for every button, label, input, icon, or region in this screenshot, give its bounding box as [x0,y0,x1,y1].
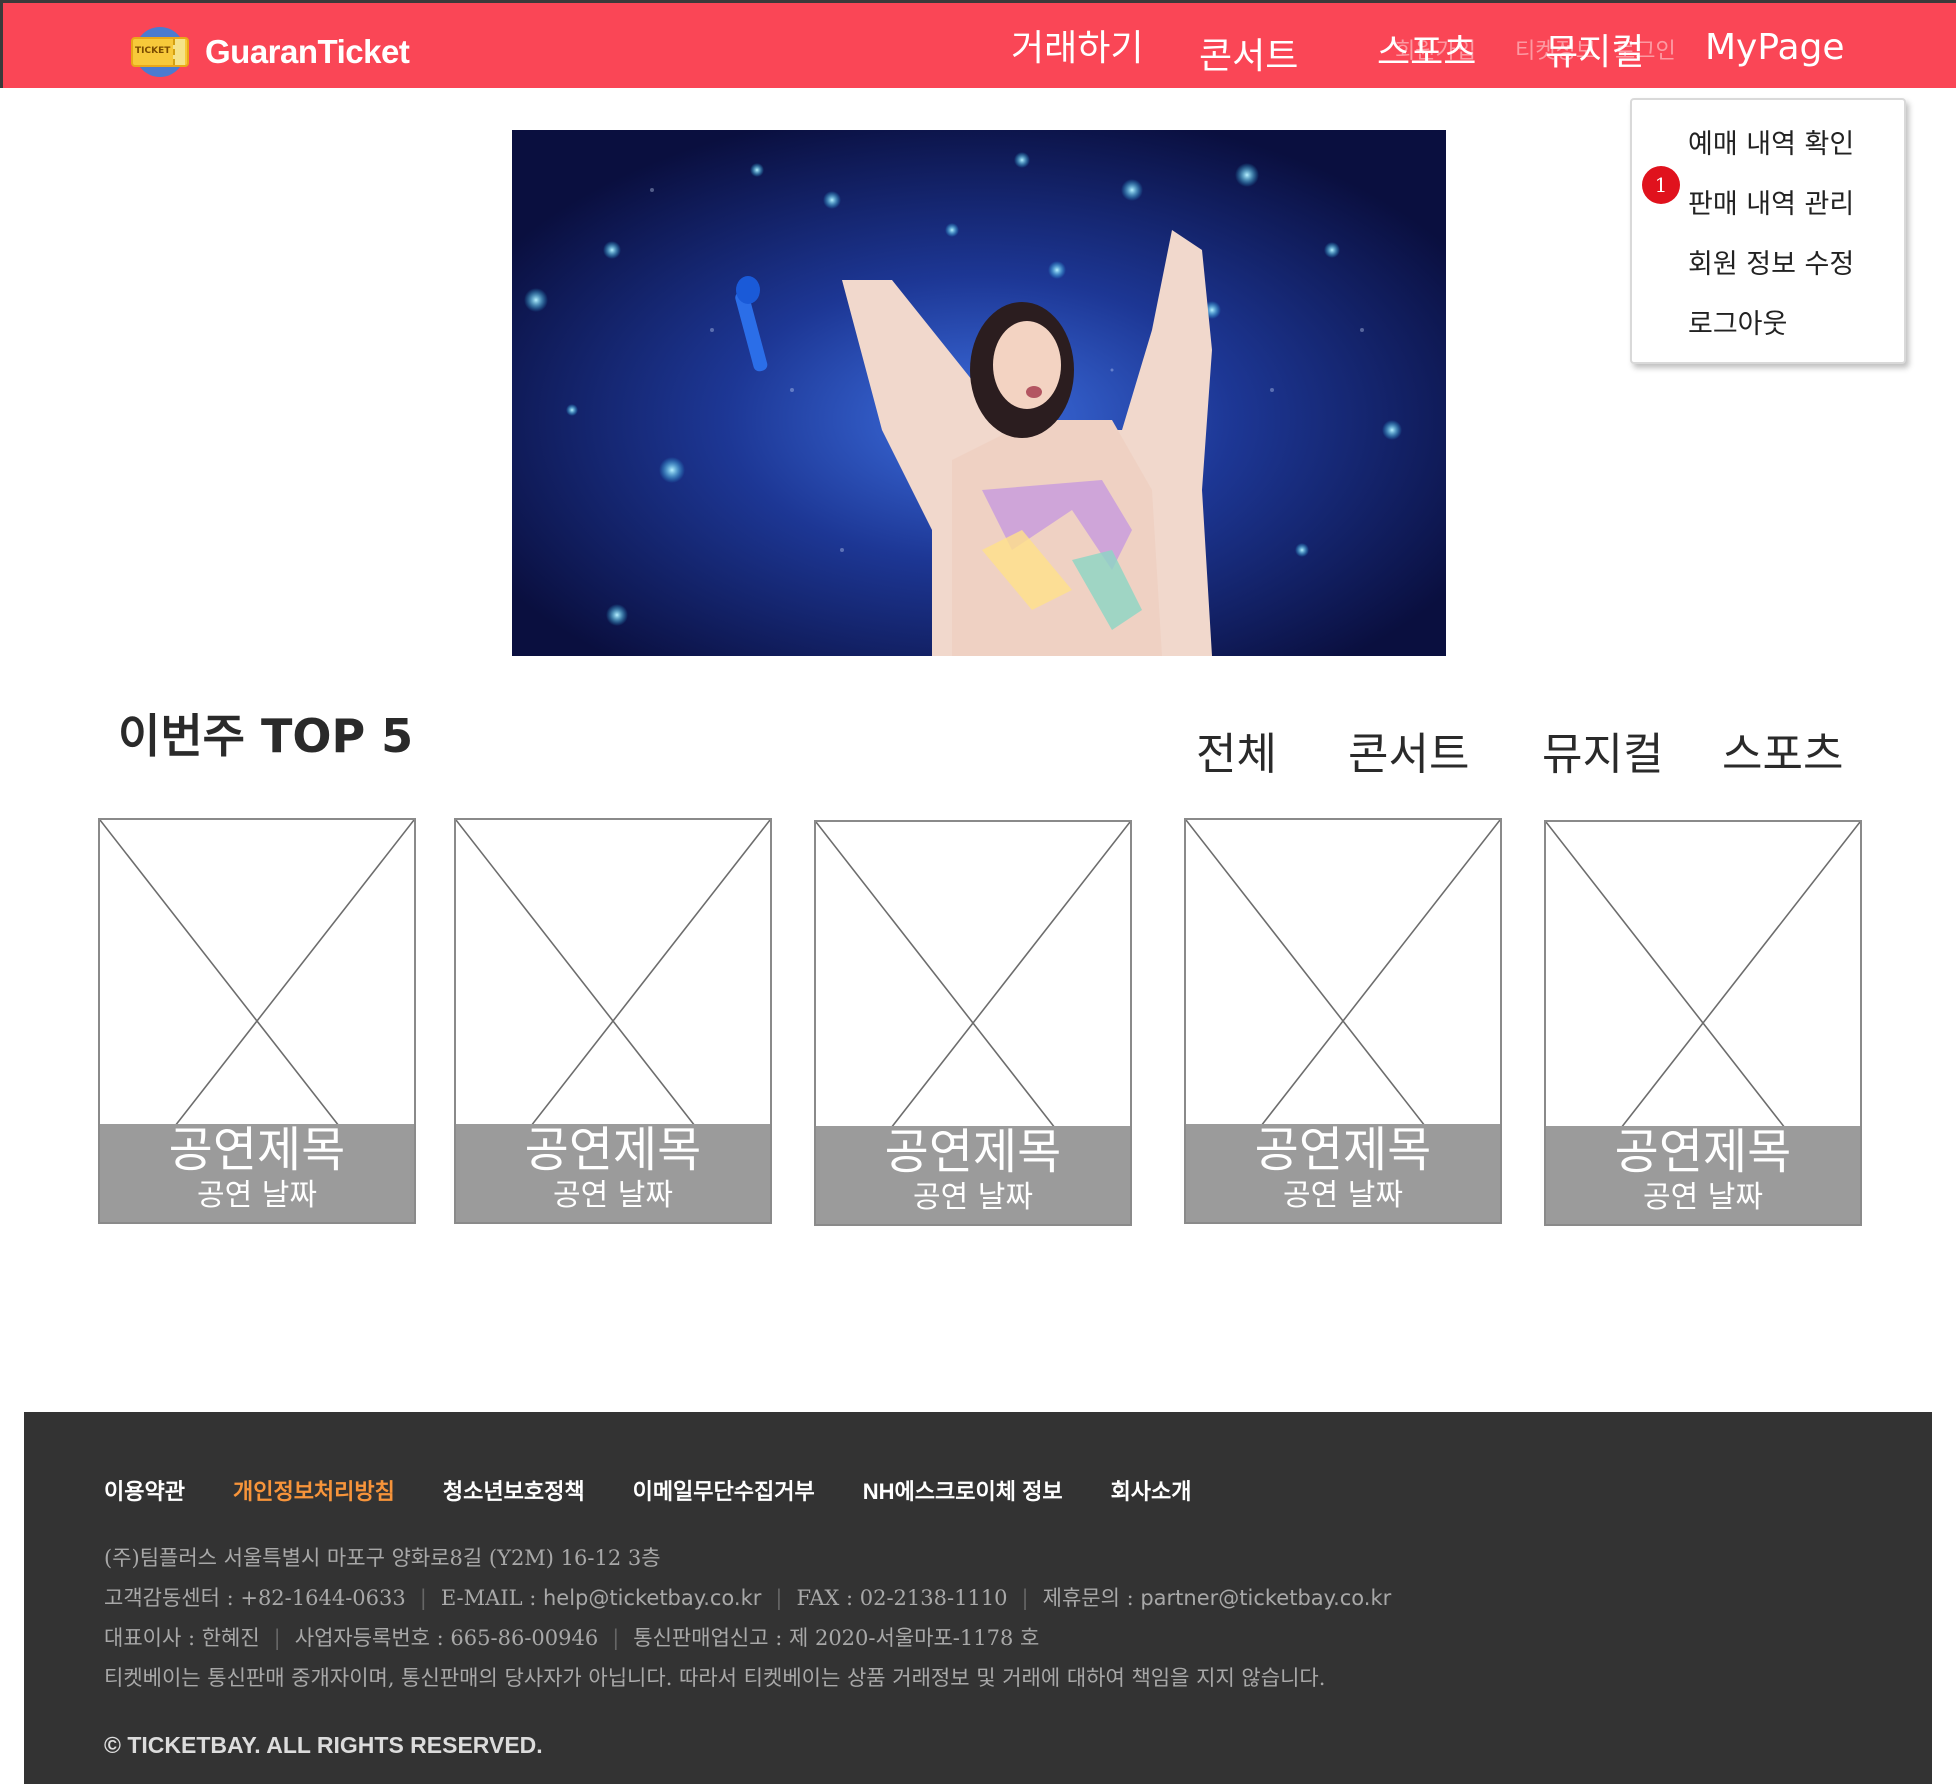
performance-card[interactable]: 공연제목 공연 날짜 [814,820,1132,1226]
card-title: 공연제목 [1254,1122,1432,1178]
footer-link-youth-policy[interactable]: 청소년보호정책 [443,1474,585,1506]
performance-card[interactable]: 공연제목 공연 날짜 [1544,820,1862,1226]
card-title: 공연제목 [1614,1124,1792,1180]
footer-links: 이용약관 개인정보처리방침 청소년보호정책 이메일무단수집거부 NH에스크로이체… [104,1474,1240,1506]
card-date: 공연 날짜 [553,1178,673,1213]
footer-ceo: 대표이사 : 한혜진 [104,1626,260,1650]
footer-disclaimer: 티켓베이는 통신판매 중개자이며, 통신판매의 당사자가 아닙니다. 따라서 티… [104,1666,1326,1690]
footer-contact-line: 고객감동센터 : +82-1644-0633 | E-MAIL : help@tic… [104,1586,1392,1610]
card-title: 공연제목 [524,1122,702,1178]
card-title: 공연제목 [168,1122,346,1178]
footer-link-about[interactable]: 회사소개 [1111,1474,1192,1506]
nav-mypage[interactable]: MyPage [1705,27,1845,68]
nav-trade[interactable]: 거래하기 [1011,19,1143,71]
card-date: 공연 날짜 [1283,1178,1403,1213]
footer-fax: FAX : 02-2138-1110 [796,1586,1008,1610]
nav-concert[interactable]: 콘서트 [1199,27,1298,79]
concert-photo [512,130,1446,656]
footer-address: (주)팀플러스 서울특별시 마포구 양화로8길 (Y2M) 16-12 3층 [104,1546,661,1570]
footer-link-escrow[interactable]: NH에스크로이체 정보 [863,1474,1063,1506]
card-caption: 공연제목 공연 날짜 [456,1124,770,1222]
footer-link-email-refusal[interactable]: 이메일무단수집거부 [633,1474,815,1506]
nav-musical[interactable]: 뮤지컬 [1545,23,1644,75]
card-date: 공연 날짜 [1643,1180,1763,1215]
section-title-top5: 이번주 TOP 5 [118,709,414,763]
card-caption: 공연제목 공연 날짜 [1186,1124,1500,1222]
footer-biz-no: 사업자등록번호 : 665-86-00946 [294,1626,599,1650]
tab-all[interactable]: 전체 [1196,718,1277,782]
footer-email-label: E-MAIL : [440,1586,543,1610]
tab-musical[interactable]: 뮤지컬 [1542,718,1663,782]
hero-banner-image[interactable] [512,130,1446,656]
footer-partner-label: 제휴문의 : [1042,1586,1141,1610]
tab-concert[interactable]: 콘서트 [1348,718,1469,782]
card-date: 공연 날짜 [913,1180,1033,1215]
tab-sports[interactable]: 스포츠 [1722,718,1843,782]
main-nav: 회원가입 티켓정보 로그인 거래하기 콘서트 스포츠 뮤지컬 MyPage [3,19,1956,79]
nav-sports[interactable]: 스포츠 [1377,23,1476,75]
footer-copyright: © TICKETBAY. ALL RIGHTS RESERVED. [104,1732,543,1758]
footer-email[interactable]: help@ticketbay.co.kr [543,1586,761,1610]
footer-link-privacy[interactable]: 개인정보처리방침 [233,1474,395,1506]
footer-partner-email[interactable]: partner@ticketbay.co.kr [1140,1586,1391,1610]
menu-item-logout[interactable]: 로그아웃 [1688,302,1787,341]
card-caption: 공연제목 공연 날짜 [816,1126,1130,1224]
notification-badge: 1 [1642,166,1680,204]
footer-mail-order: 통신판매업신고 : 제 2020-서울마포-1178 호 [633,1626,1040,1650]
footer-link-terms[interactable]: 이용약관 [104,1474,185,1506]
menu-item-edit-profile[interactable]: 회원 정보 수정 [1688,242,1854,281]
performance-card[interactable]: 공연제목 공연 날짜 [98,818,416,1224]
card-title: 공연제목 [884,1124,1062,1180]
card-date: 공연 날짜 [197,1178,317,1213]
performance-card[interactable]: 공연제목 공연 날짜 [1184,818,1502,1224]
site-footer: 이용약관 개인정보처리방침 청소년보호정책 이메일무단수집거부 NH에스크로이체… [24,1412,1932,1784]
card-caption: 공연제목 공연 날짜 [100,1124,414,1222]
footer-cs-center: 고객감동센터 : +82-1644-0633 [104,1586,406,1610]
performance-card[interactable]: 공연제목 공연 날짜 [454,818,772,1224]
card-caption: 공연제목 공연 날짜 [1546,1126,1860,1224]
menu-item-sales-management[interactable]: 판매 내역 관리 [1688,182,1854,221]
top-header: TICKET GuaranTicket 회원가입 티켓정보 로그인 거래하기 콘… [0,0,1956,88]
mypage-dropdown: 예매 내역 확인 1 판매 내역 관리 회원 정보 수정 로그아웃 [1630,98,1906,364]
footer-business-line: 대표이사 : 한혜진 | 사업자등록번호 : 665-86-00946 | 통신판매업신… [104,1626,1040,1650]
menu-item-booking-history[interactable]: 예매 내역 확인 [1688,122,1854,161]
